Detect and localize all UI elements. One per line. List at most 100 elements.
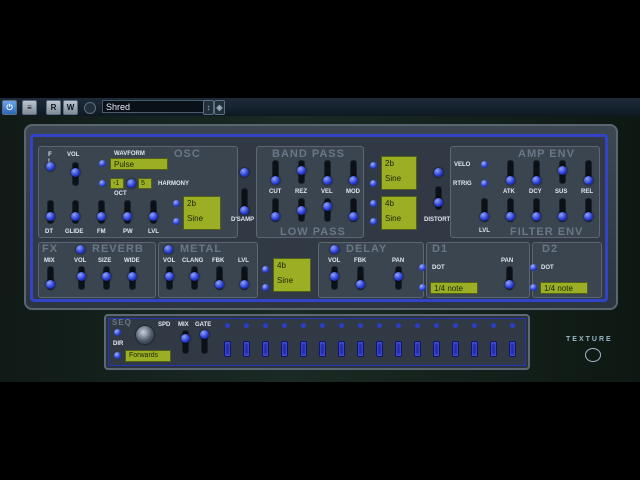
pw-knob[interactable] bbox=[123, 212, 132, 221]
reverb-on-knob[interactable] bbox=[76, 245, 85, 254]
step-led-12[interactable] bbox=[434, 323, 439, 328]
step-led-6[interactable] bbox=[320, 323, 325, 328]
step-slider-16[interactable] bbox=[509, 341, 516, 357]
d1-pan-knob[interactable] bbox=[505, 280, 514, 289]
distort-knob-top[interactable] bbox=[434, 168, 443, 177]
fm-knob[interactable] bbox=[97, 212, 106, 221]
lvl-knob[interactable] bbox=[149, 212, 158, 221]
seq-mix-knob[interactable] bbox=[181, 334, 190, 343]
lp-rez-knob[interactable] bbox=[297, 206, 306, 215]
step-slider-6[interactable] bbox=[319, 341, 326, 357]
delay-on-knob[interactable] bbox=[330, 245, 339, 254]
dt-knob[interactable] bbox=[46, 212, 55, 221]
seq-speed-knob[interactable] bbox=[136, 326, 154, 344]
preset-menu-icon[interactable]: ◈ bbox=[214, 100, 225, 115]
osc2-led-top[interactable] bbox=[173, 200, 180, 207]
step-slider-8[interactable] bbox=[357, 341, 364, 357]
record-icon[interactable] bbox=[84, 102, 96, 114]
oct-led[interactable] bbox=[99, 180, 106, 187]
filter1-led-top[interactable] bbox=[370, 162, 377, 169]
step-slider-7[interactable] bbox=[338, 341, 345, 357]
step-slider-1[interactable] bbox=[224, 341, 231, 357]
delay-pan-knob[interactable] bbox=[394, 272, 403, 281]
filter2-led-top[interactable] bbox=[370, 200, 377, 207]
step-led-15[interactable] bbox=[491, 323, 496, 328]
d2-time-display[interactable]: 1/4 note bbox=[540, 282, 588, 294]
step-slider-2[interactable] bbox=[243, 341, 250, 357]
delay-vol-knob[interactable] bbox=[330, 272, 339, 281]
lp-mod-knob[interactable] bbox=[349, 212, 358, 221]
step-led-14[interactable] bbox=[472, 323, 477, 328]
env-lvl-knob[interactable] bbox=[480, 212, 489, 221]
d2-time-led[interactable] bbox=[530, 284, 537, 291]
step-led-2[interactable] bbox=[244, 323, 249, 328]
step-slider-13[interactable] bbox=[452, 341, 459, 357]
seq-dir-led[interactable] bbox=[114, 352, 121, 359]
seq-direction-display[interactable]: Forwards bbox=[125, 350, 171, 362]
step-led-8[interactable] bbox=[358, 323, 363, 328]
step-led-16[interactable] bbox=[510, 323, 515, 328]
fx-size-knob[interactable] bbox=[102, 272, 111, 281]
oct-left-display[interactable]: -1 bbox=[110, 178, 124, 189]
atk-knob[interactable] bbox=[506, 176, 515, 185]
step-led-13[interactable] bbox=[453, 323, 458, 328]
step-led-4[interactable] bbox=[282, 323, 287, 328]
filter1-led-bottom[interactable] bbox=[370, 180, 377, 187]
metal-display[interactable]: 4b Sine bbox=[273, 258, 311, 292]
distort-knob[interactable] bbox=[434, 198, 443, 207]
f-dcy-knob[interactable] bbox=[532, 212, 541, 221]
metal-clang-knob[interactable] bbox=[190, 272, 199, 281]
preset-stepper-icon[interactable]: ↕ bbox=[203, 100, 214, 115]
step-slider-11[interactable] bbox=[414, 341, 421, 357]
seq-on-led[interactable] bbox=[114, 329, 121, 336]
power-icon[interactable]: ⏻ bbox=[2, 100, 17, 115]
preset-field[interactable]: Shred bbox=[102, 100, 206, 113]
waveform-display[interactable]: Pulse bbox=[110, 158, 168, 170]
lp-vel-knob[interactable] bbox=[323, 202, 332, 211]
step-slider-5[interactable] bbox=[300, 341, 307, 357]
step-led-3[interactable] bbox=[263, 323, 268, 328]
step-led-5[interactable] bbox=[301, 323, 306, 328]
voices-switch[interactable] bbox=[46, 162, 55, 171]
rel-knob[interactable] bbox=[584, 176, 593, 185]
glide-knob[interactable] bbox=[71, 212, 80, 221]
f-atk-knob[interactable] bbox=[506, 212, 515, 221]
filter1-display[interactable]: 2b Sine bbox=[381, 156, 417, 190]
step-slider-10[interactable] bbox=[395, 341, 402, 357]
mod-knob[interactable] bbox=[349, 176, 358, 185]
step-slider-9[interactable] bbox=[376, 341, 383, 357]
vel-knob[interactable] bbox=[323, 176, 332, 185]
step-led-7[interactable] bbox=[339, 323, 344, 328]
dsamp-knob[interactable] bbox=[240, 206, 249, 215]
cut-knob[interactable] bbox=[271, 176, 280, 185]
step-slider-14[interactable] bbox=[471, 341, 478, 357]
step-led-11[interactable] bbox=[415, 323, 420, 328]
metal-led-top[interactable] bbox=[262, 266, 269, 273]
lp-cut-knob[interactable] bbox=[271, 212, 280, 221]
f-rel-knob[interactable] bbox=[584, 212, 593, 221]
waveform-led[interactable] bbox=[99, 160, 106, 167]
dsamp-knob-top[interactable] bbox=[240, 168, 249, 177]
seq-gate-knob[interactable] bbox=[200, 330, 209, 339]
f-sus-knob[interactable] bbox=[558, 212, 567, 221]
step-led-9[interactable] bbox=[377, 323, 382, 328]
d1-time-led[interactable] bbox=[419, 284, 426, 291]
fx-vol-knob[interactable] bbox=[77, 272, 86, 281]
d1-time-display[interactable]: 1/4 note bbox=[430, 282, 478, 294]
osc2-display[interactable]: 2b Sine bbox=[183, 196, 221, 230]
rez-knob[interactable] bbox=[297, 166, 306, 175]
filter2-led-bottom[interactable] bbox=[370, 218, 377, 225]
filter2-display[interactable]: 4b Sine bbox=[381, 196, 417, 230]
step-slider-15[interactable] bbox=[490, 341, 497, 357]
fx-wide-knob[interactable] bbox=[128, 272, 137, 281]
d1-dot-led[interactable] bbox=[419, 264, 426, 271]
step-slider-3[interactable] bbox=[262, 341, 269, 357]
metal-led-bottom[interactable] bbox=[262, 284, 269, 291]
oct-right-display[interactable]: 5 bbox=[138, 178, 152, 189]
sus-knob[interactable] bbox=[558, 166, 567, 175]
metal-fbk-knob[interactable] bbox=[215, 280, 224, 289]
step-slider-12[interactable] bbox=[433, 341, 440, 357]
velo-led[interactable] bbox=[481, 161, 488, 168]
metal-on-knob[interactable] bbox=[164, 245, 173, 254]
oct-knob[interactable] bbox=[127, 179, 136, 188]
